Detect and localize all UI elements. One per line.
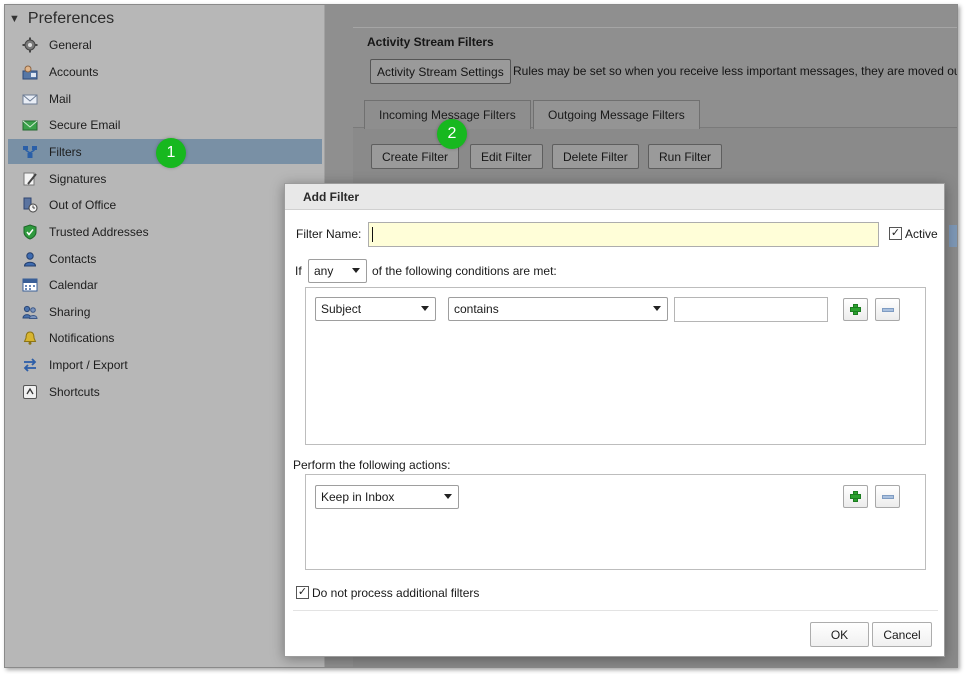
sidebar-item-label: Contacts xyxy=(49,251,97,266)
active-label: Active xyxy=(905,227,938,241)
plus-icon xyxy=(850,304,861,315)
preferences-sidebar: ▼ Preferences General Accounts Mail Secu… xyxy=(5,5,325,667)
sidebar-item-import-export[interactable]: Import / Export xyxy=(8,352,322,377)
remove-action-button[interactable] xyxy=(875,485,900,508)
condition-field-value: Subject xyxy=(321,302,362,316)
sidebar-item-shortcuts[interactable]: Shortcuts xyxy=(8,379,322,404)
condition-operator-select[interactable]: contains xyxy=(448,297,668,321)
tab-outgoing-message-filters[interactable]: Outgoing Message Filters xyxy=(533,100,700,129)
if-label: If xyxy=(295,264,302,278)
action-value: Keep in Inbox xyxy=(321,490,395,504)
calendar-icon xyxy=(22,277,38,293)
actions-label: Perform the following actions: xyxy=(293,458,451,472)
mail-icon xyxy=(22,91,38,107)
conditions-label: of the following conditions are met: xyxy=(372,264,557,278)
sidebar-item-general[interactable]: General xyxy=(8,32,322,57)
collapse-triangle-icon[interactable]: ▼ xyxy=(9,13,20,25)
sidebar-item-label: Notifications xyxy=(49,330,115,345)
gear-icon xyxy=(22,37,38,53)
chevron-down-icon xyxy=(444,494,452,499)
do-not-process-checkbox[interactable]: ✓ xyxy=(296,586,309,599)
step-marker-2: 2 xyxy=(437,119,467,149)
minus-icon xyxy=(881,494,894,499)
sidebar-item-notifications[interactable]: Notifications xyxy=(8,325,322,350)
chevron-down-icon xyxy=(352,268,360,273)
import-export-icon xyxy=(22,357,38,373)
minus-icon xyxy=(881,307,894,312)
preferences-title: Preferences xyxy=(27,10,115,27)
remove-condition-button[interactable] xyxy=(875,298,900,321)
sidebar-item-signatures[interactable]: Signatures xyxy=(8,166,322,191)
plus-icon xyxy=(850,491,861,502)
dialog-title[interactable]: Add Filter xyxy=(285,184,944,210)
sidebar-item-accounts[interactable]: Accounts xyxy=(8,59,322,84)
sidebar-item-label: Shortcuts xyxy=(49,384,100,399)
filter-icon xyxy=(22,144,38,160)
chevron-down-icon xyxy=(653,306,661,311)
run-filter-button[interactable]: Run Filter xyxy=(648,144,723,169)
condition-value-input[interactable] xyxy=(674,297,828,322)
secure-email-icon xyxy=(22,117,38,133)
chevron-down-icon xyxy=(421,306,429,311)
add-action-button[interactable] xyxy=(843,485,868,508)
sidebar-item-label: Filters xyxy=(49,144,82,159)
add-condition-button[interactable] xyxy=(843,298,868,321)
text-cursor xyxy=(372,227,373,242)
contacts-icon xyxy=(22,251,38,267)
keyboard-shortcut-icon xyxy=(22,384,38,400)
sidebar-item-label: Trusted Addresses xyxy=(49,224,149,239)
sidebar-item-label: Signatures xyxy=(49,171,107,186)
activity-stream-description: Rules may be set so when you receive les… xyxy=(513,64,958,78)
cancel-button[interactable]: Cancel xyxy=(872,622,932,647)
accounts-icon xyxy=(22,64,38,80)
condition-operator-value: contains xyxy=(454,302,499,316)
active-checkbox[interactable]: ✓ xyxy=(889,227,902,240)
condition-field-select[interactable]: Subject xyxy=(315,297,436,321)
preferences-header[interactable]: ▼ Preferences xyxy=(9,9,114,29)
action-select[interactable]: Keep in Inbox xyxy=(315,485,459,509)
sidebar-item-out-of-office[interactable]: Out of Office xyxy=(8,192,322,217)
edit-filter-button[interactable]: Edit Filter xyxy=(470,144,543,169)
filter-name-label: Filter Name: xyxy=(296,227,362,241)
filter-list-selection xyxy=(949,225,957,247)
sidebar-item-sharing[interactable]: Sharing xyxy=(8,299,322,324)
bell-icon xyxy=(22,330,38,346)
sidebar-item-label: Mail xyxy=(49,91,72,106)
step-marker-1: 1 xyxy=(156,138,186,168)
shield-icon xyxy=(22,223,38,240)
sidebar-item-label: Out of Office xyxy=(49,197,117,212)
sharing-icon xyxy=(22,304,38,320)
sidebar-item-label: Secure Email xyxy=(49,117,121,132)
dialog-divider xyxy=(293,610,938,611)
filter-name-input[interactable] xyxy=(368,222,879,247)
activity-stream-title: Activity Stream Filters xyxy=(367,35,494,49)
match-type-value: any xyxy=(314,264,334,278)
sidebar-item-label: Calendar xyxy=(49,277,98,292)
sidebar-item-secure-email[interactable]: Secure Email xyxy=(8,112,322,137)
sidebar-item-calendar[interactable]: Calendar xyxy=(8,272,322,297)
match-type-select[interactable]: any xyxy=(308,259,367,283)
activity-stream-settings-button[interactable]: Activity Stream Settings xyxy=(370,59,511,84)
signature-icon xyxy=(22,171,38,187)
sidebar-item-contacts[interactable]: Contacts xyxy=(8,246,322,271)
do-not-process-label: Do not process additional filters xyxy=(312,586,480,600)
sidebar-item-label: General xyxy=(49,37,92,52)
sidebar-item-trusted-addresses[interactable]: Trusted Addresses xyxy=(8,219,322,244)
delete-filter-button[interactable]: Delete Filter xyxy=(552,144,639,169)
sidebar-item-label: Accounts xyxy=(49,64,99,79)
ok-button[interactable]: OK xyxy=(810,622,869,647)
sidebar-item-mail[interactable]: Mail xyxy=(8,86,322,111)
out-of-office-icon xyxy=(22,197,38,213)
add-filter-dialog: Add Filter Filter Name: ✓ Active If any … xyxy=(284,183,945,657)
sidebar-item-label: Sharing xyxy=(49,304,91,319)
sidebar-item-label: Import / Export xyxy=(49,357,128,372)
